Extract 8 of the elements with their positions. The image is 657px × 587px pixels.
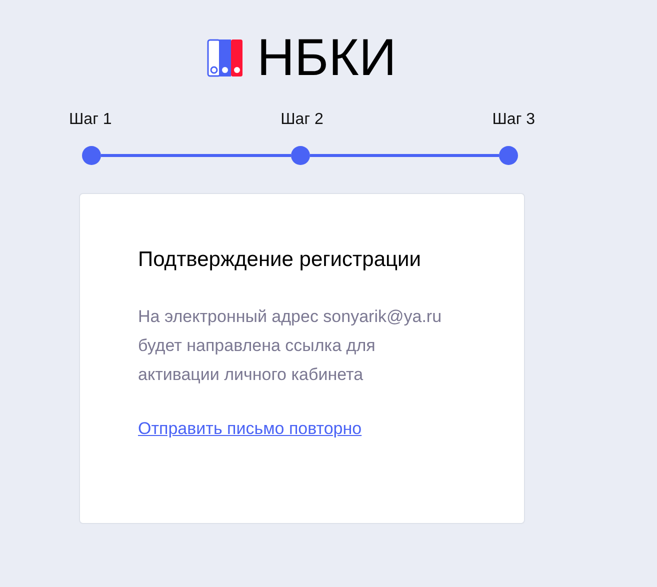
step-label: Шаг 3 [492, 110, 535, 130]
step-label: Шаг 1 [69, 110, 112, 130]
step-label: Шаг 2 [280, 110, 324, 130]
message-text: На электронный адрес sonyarik@ya.ru будет направлена ссылка для активации личного кабинета [138, 306, 442, 386]
logo-icon [207, 39, 243, 77]
card-title: Подтверждение регистрации [138, 247, 421, 273]
resend-email-link[interactable]: Отправить письмо повторно [138, 416, 362, 442]
logo-text: НБКИ [257, 34, 396, 82]
